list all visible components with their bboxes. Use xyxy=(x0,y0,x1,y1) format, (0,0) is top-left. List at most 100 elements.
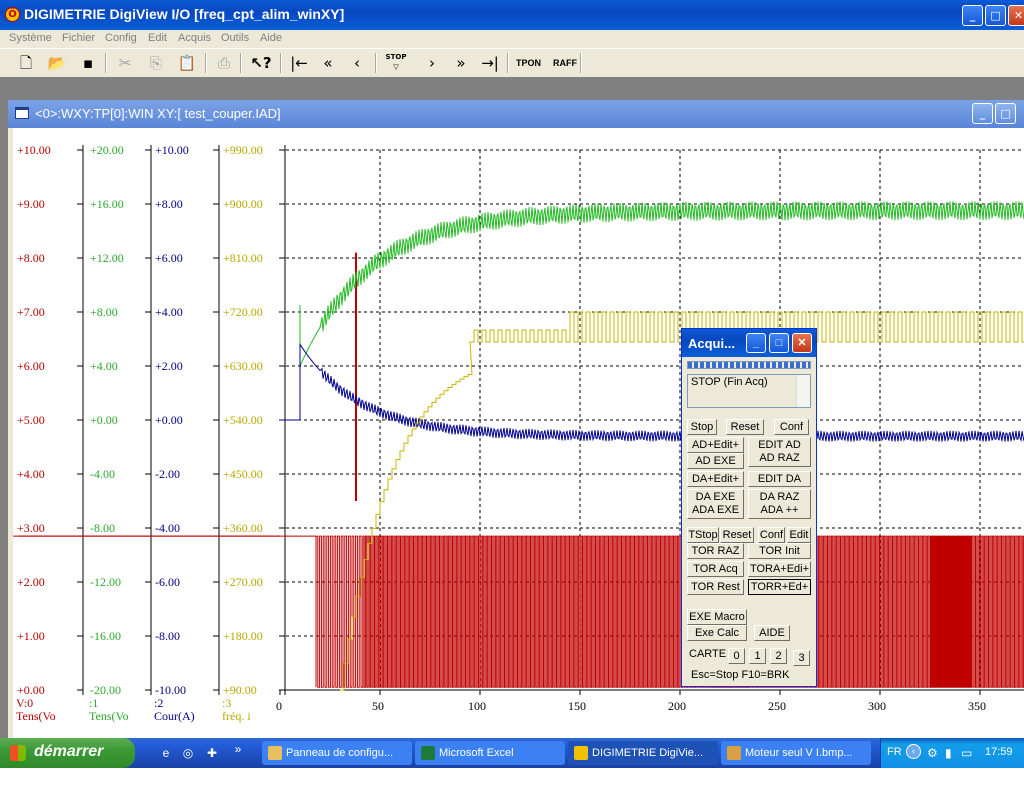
stop-button[interactable]: Stop xyxy=(687,419,717,435)
main-window: Ö DIGIMETRIE DigiView I/O [freq_cpt_alim… xyxy=(0,0,1024,738)
da-edit-plus-button[interactable]: DA+Edit+ xyxy=(687,471,744,487)
menu-systeme[interactable]: Système xyxy=(9,32,52,44)
desktop-background xyxy=(0,768,1024,789)
clock-app-icon[interactable]: ◎ xyxy=(180,745,196,761)
tor-init-button[interactable]: TOR Init xyxy=(748,543,811,559)
quicklaunch-chevron-icon[interactable]: » xyxy=(230,741,246,757)
first-icon[interactable]: |← xyxy=(288,52,310,74)
paste-icon[interactable]: 📋 xyxy=(176,52,198,74)
tor-acq-button[interactable]: TOR Acq xyxy=(687,561,744,577)
tor-conf-button[interactable]: Conf xyxy=(758,527,785,543)
copy-icon[interactable]: ⎘ xyxy=(145,52,167,74)
menu-config[interactable]: Config xyxy=(105,32,137,44)
acquisition-shortcut-hint: Esc=Stop F10=BRK xyxy=(691,669,790,681)
tor-edit-button[interactable]: Edit xyxy=(787,527,811,543)
excel-icon xyxy=(421,746,435,760)
ie-icon[interactable]: e xyxy=(158,745,174,761)
da-raz-button[interactable]: DA RAZ ADA ++ xyxy=(748,489,811,519)
tstop-button[interactable]: TStop xyxy=(687,527,719,543)
stop-icon[interactable]: STOP ▽ xyxy=(385,52,407,74)
plot-svg[interactable]: +10.00 +9.00 +8.00 +7.00 +6.00 +5.00 +4.00 +3.0… xyxy=(13,128,1024,738)
maximize-button[interactable]: □ xyxy=(985,5,1006,26)
acq-maximize-button[interactable]: □ xyxy=(769,333,789,353)
axis-tick-label: +630.00 xyxy=(223,359,263,373)
close-button[interactable]: ✕ xyxy=(1008,5,1024,26)
app-quicklaunch-icon[interactable]: ✚ xyxy=(204,745,220,761)
tor-rest-button[interactable]: TOR Rest xyxy=(687,579,744,595)
exe-calc-button[interactable]: Exe Calc xyxy=(687,625,747,641)
menu-bar: Système Fichier Config Edit Acquis Outil… xyxy=(0,30,1024,48)
da-raz-label: DA RAZ xyxy=(759,491,800,503)
task-excel[interactable]: Microsoft Excel xyxy=(415,741,565,765)
save-icon[interactable]: ▪ xyxy=(77,52,99,74)
carte-1-button[interactable]: 1 xyxy=(749,648,766,664)
tpon-button[interactable]: TPON xyxy=(516,58,541,68)
plot-window-title-bar[interactable]: <0>:WXY:TP[0]:WIN XY:[ test_couper.IAD] … xyxy=(8,100,1024,128)
carte-3-button[interactable]: 3 xyxy=(793,650,810,666)
aide-button[interactable]: AIDE xyxy=(754,625,790,641)
conf-button[interactable]: Conf xyxy=(774,419,809,435)
menu-acquis[interactable]: Acquis xyxy=(178,32,211,44)
tora-edit-button[interactable]: TORA+Edi+ xyxy=(748,561,811,577)
axis-tick-label: -2.00 xyxy=(155,467,180,481)
acquisition-status-box: STOP (Fin Acq) xyxy=(687,374,811,408)
raff-button[interactable]: RAFF xyxy=(553,58,577,68)
fast-back-icon[interactable]: « xyxy=(317,52,339,74)
back-icon[interactable]: ‹ xyxy=(346,52,368,74)
start-button[interactable]: démarrer xyxy=(0,738,135,768)
clock[interactable]: 17:59 xyxy=(985,746,1013,758)
language-indicator[interactable]: FR xyxy=(887,746,902,758)
axis-tick-label: +9.00 xyxy=(17,197,45,211)
print-icon[interactable]: ⎙ xyxy=(213,52,235,74)
da-exe-button[interactable]: DA EXE ADA EXE xyxy=(687,489,744,519)
carte-0-button[interactable]: 0 xyxy=(728,648,745,664)
minimize-button[interactable]: _ xyxy=(962,5,983,26)
show-hidden-icons-button[interactable]: ‹ xyxy=(906,744,921,759)
menu-edit[interactable]: Edit xyxy=(148,32,167,44)
menu-outils[interactable]: Outils xyxy=(221,32,249,44)
tor-reset-button[interactable]: Reset xyxy=(720,527,754,543)
toolbar-separator xyxy=(580,53,582,73)
task-digimetrie[interactable]: DIGIMETRIE DigiVie... xyxy=(568,741,718,765)
menu-fichier[interactable]: Fichier xyxy=(62,32,95,44)
context-help-icon[interactable]: ↖? xyxy=(250,52,272,74)
battery-tray-icon[interactable]: ▮ xyxy=(945,746,952,760)
reset-button[interactable]: Reset xyxy=(726,419,764,435)
child-minimize-button[interactable]: _ xyxy=(972,103,993,124)
plot-area[interactable]: +10.00 +9.00 +8.00 +7.00 +6.00 +5.00 +4.00 +3.0… xyxy=(13,128,1024,738)
x-tick-label: 100 xyxy=(468,699,486,713)
task-paint-image[interactable]: Moteur seul V I.bmp... xyxy=(721,741,871,765)
fast-forward-icon[interactable]: » xyxy=(450,52,472,74)
new-file-icon[interactable]: 🗋 xyxy=(15,52,37,74)
acq-minimize-button[interactable]: _ xyxy=(746,333,766,353)
acquisition-title-bar[interactable]: Acqui... _ □ ✕ xyxy=(682,329,816,357)
ad-edit-plus-button[interactable]: AD+Edit+ xyxy=(687,437,744,453)
task-control-panel[interactable]: Panneau de configu... xyxy=(262,741,412,765)
carte-2-button[interactable]: 2 xyxy=(770,648,787,664)
main-title-bar[interactable]: Ö DIGIMETRIE DigiView I/O [freq_cpt_alim… xyxy=(0,0,1024,30)
exe-macro-button[interactable]: EXE Macro xyxy=(687,609,747,625)
torr-edit-button[interactable]: TORR+Ed+ xyxy=(748,579,811,595)
open-folder-icon[interactable]: 📂 xyxy=(46,52,68,74)
cut-icon[interactable]: ✂ xyxy=(114,52,136,74)
axis-tick-label: +4.00 xyxy=(155,305,183,319)
axis-channel-label: :1 xyxy=(89,696,98,710)
axis-tick-label: +3.00 xyxy=(17,521,45,535)
x-tick-label: 350 xyxy=(968,699,986,713)
forward-icon[interactable]: › xyxy=(421,52,443,74)
acq-close-button[interactable]: ✕ xyxy=(792,333,812,353)
ada-exe-label: ADA EXE xyxy=(691,504,740,516)
status-scrollbar[interactable] xyxy=(796,375,810,407)
edit-da-button[interactable]: EDIT DA xyxy=(748,471,811,487)
carte-label: CARTE xyxy=(689,648,727,660)
menu-aide[interactable]: Aide xyxy=(260,32,282,44)
axis-tick-label: +540.00 xyxy=(223,413,263,427)
network-tray-icon[interactable]: ⚙ xyxy=(927,746,938,760)
tor-raz-button[interactable]: TOR RAZ xyxy=(687,543,744,559)
child-maximize-button[interactable]: □ xyxy=(995,103,1016,124)
ad-exe-button[interactable]: AD EXE xyxy=(687,453,744,469)
last-icon[interactable]: →| xyxy=(479,52,501,74)
display-tray-icon[interactable]: ▭ xyxy=(961,746,972,760)
edit-ad-button[interactable]: EDIT AD AD RAZ xyxy=(748,437,811,467)
x-tick-label: 200 xyxy=(668,699,686,713)
